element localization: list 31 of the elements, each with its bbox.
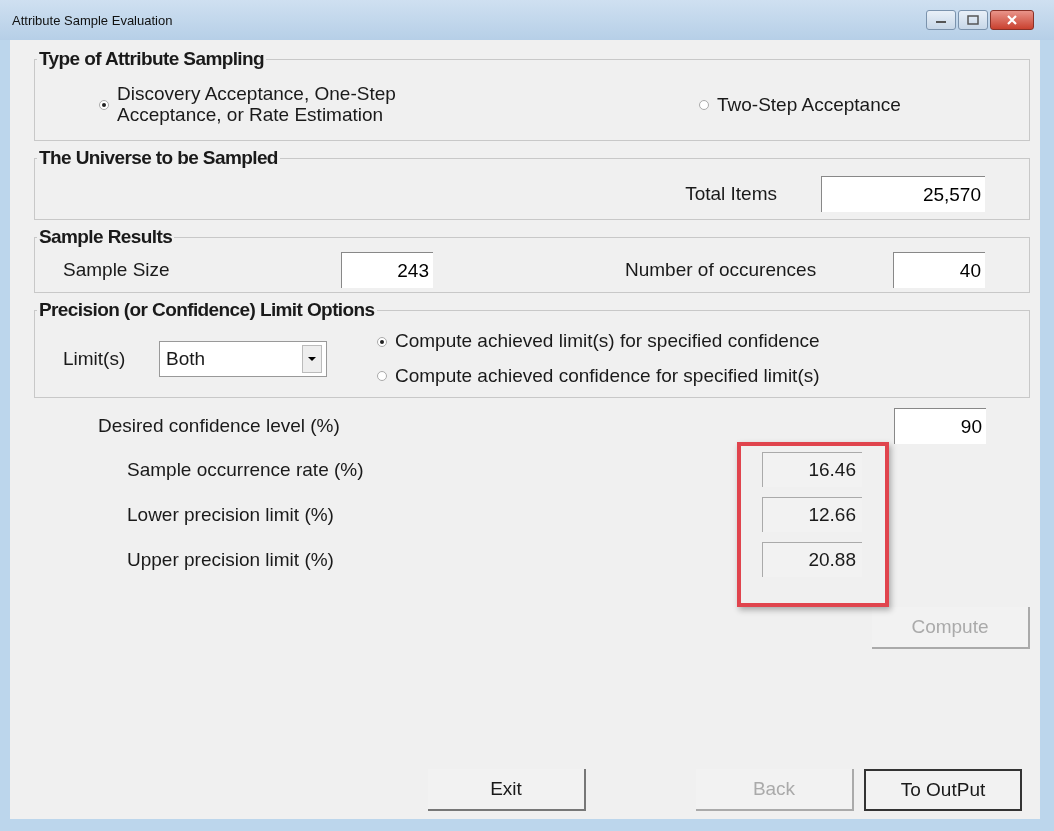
input-field[interactable]: 243 (341, 252, 433, 288)
maximize-button[interactable] (958, 10, 988, 30)
limits-dropdown[interactable]: Both (159, 341, 327, 377)
window-title: Attribute Sample Evaluation (12, 12, 173, 28)
close-icon (1005, 14, 1019, 26)
result-label: Sample occurrence rate (%) (127, 458, 365, 481)
caret-icon (302, 345, 322, 373)
result-label: Upper precision limit (%) (127, 548, 335, 571)
result-field: 16.46 (762, 452, 862, 487)
group-title: Type of Attribute Sampling (38, 48, 266, 70)
maximize-icon (966, 14, 980, 26)
result-field: 20.88 (762, 542, 862, 577)
group-title: Sample Results (38, 226, 174, 248)
close-button[interactable] (990, 10, 1034, 30)
input-field[interactable]: 25,570 (821, 176, 985, 212)
dialog-button[interactable]: Exit (428, 769, 586, 811)
radio-label: Discovery Acceptance, One-Step Acceptance, or Rate Estimation (117, 84, 396, 126)
field-label: Sample Size (62, 259, 171, 281)
input-field[interactable]: 90 (894, 408, 986, 444)
field-label: Total Items (685, 183, 777, 205)
field-label: Desired confidence level (%) (98, 415, 340, 437)
minimize-button[interactable] (926, 10, 956, 30)
group-title: Precision (or Confidence) Limit Options (38, 299, 376, 321)
result-label: Lower precision limit (%) (127, 503, 335, 526)
radio-option[interactable]: Discovery Acceptance, One-Step Acceptance, or Rate Estimation (99, 84, 699, 126)
field-label: Limit(s) (63, 348, 127, 370)
dialog-button[interactable]: To OutPut (864, 769, 1022, 811)
result-field: 12.66 (762, 497, 862, 532)
field-label: Number of occurences (625, 259, 818, 281)
group-title: The Universe to be Sampled (38, 147, 279, 169)
input-field[interactable]: 40 (893, 252, 985, 288)
